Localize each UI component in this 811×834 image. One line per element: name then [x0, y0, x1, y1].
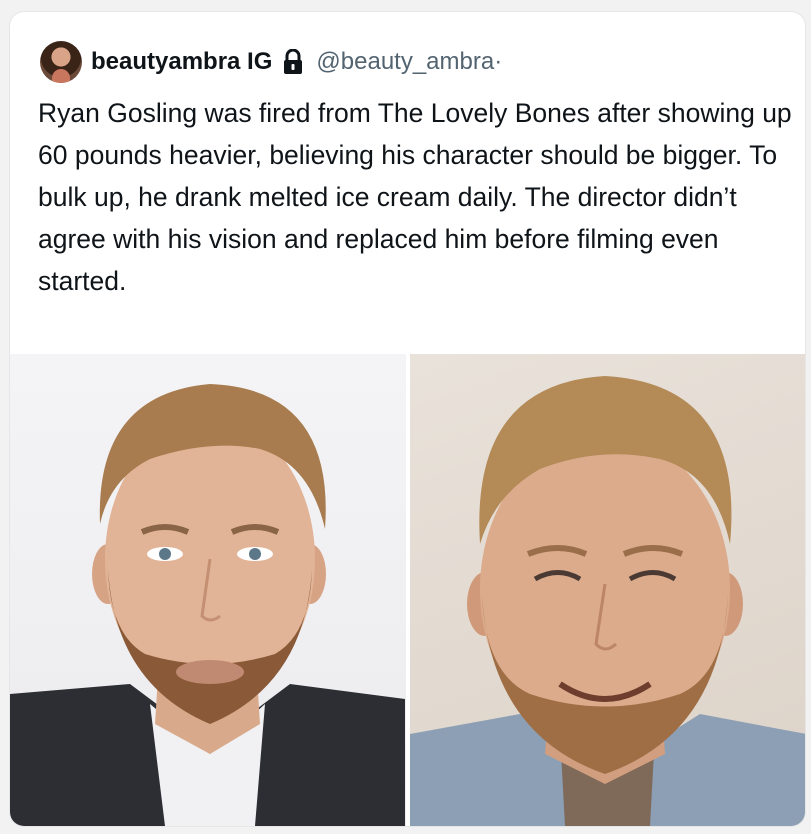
tweet-text: Ryan Gosling was fired from The Lovely B… [38, 98, 792, 296]
tweet-media [10, 354, 805, 826]
separator-dot: · [494, 48, 503, 75]
display-name[interactable]: beautyambra IG [91, 48, 272, 76]
tweet-header: beautyambra IG @beauty_ambra· [40, 40, 502, 84]
photo-right[interactable] [409, 354, 805, 826]
lock-icon [282, 48, 304, 75]
photo-left[interactable] [10, 354, 406, 826]
user-handle[interactable]: @beauty_ambra· [316, 48, 502, 76]
profile-avatar[interactable] [40, 41, 82, 83]
tweet-card: beautyambra IG @beauty_ambra· Ryan Gosli… [10, 12, 805, 826]
